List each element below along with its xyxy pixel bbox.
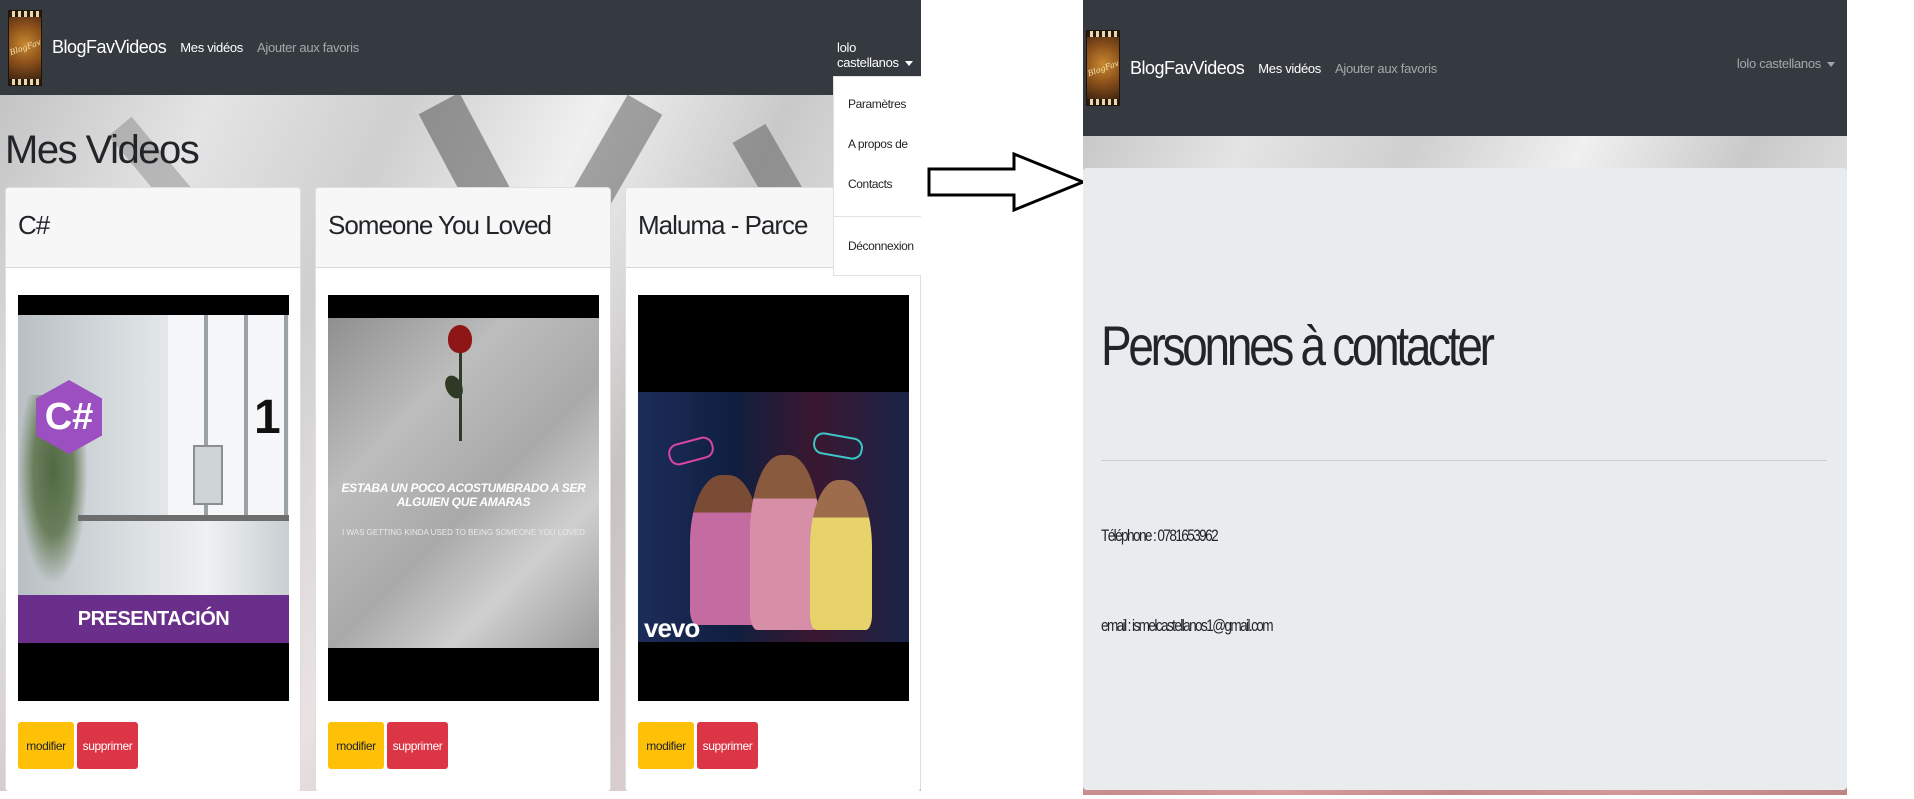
page-title: Mes Videos — [5, 128, 200, 172]
delete-button[interactable]: supprimer — [77, 722, 138, 769]
user-name: lolo castellanos — [1736, 56, 1821, 71]
thumbnail-caption: PRESENTACIÓN — [18, 595, 289, 643]
navbar: BlogFav BlogFavVideos Mes vidéos Ajouter… — [0, 0, 921, 95]
navbar: BlogFav BlogFavVideos Mes vidéos Ajouter… — [1083, 0, 1847, 136]
nav-link-mes-videos[interactable]: Mes vidéos — [1258, 61, 1321, 76]
user-name: lolo castellanos — [837, 40, 899, 70]
edit-button[interactable]: modifier — [18, 722, 74, 769]
menu-item-contacts[interactable]: Contacts — [848, 177, 893, 191]
video-thumbnail[interactable]: C# 1 PRESENTACIÓN — [18, 295, 289, 701]
caret-down-icon — [1827, 62, 1835, 68]
delete-button[interactable]: supprimer — [387, 722, 448, 769]
logo[interactable]: BlogFav — [1086, 30, 1120, 106]
composite-screenshot: BlogFav BlogFavVideos Mes vidéos Ajouter… — [0, 0, 1914, 799]
delete-button[interactable]: supprimer — [697, 722, 758, 769]
card-title: Maluma - Parce — [638, 210, 808, 240]
menu-item-deconnexion[interactable]: Déconnexion — [848, 239, 914, 253]
right-arrow-icon — [927, 152, 1087, 212]
nav-link-mes-videos[interactable]: Mes vidéos — [180, 40, 243, 55]
menu-divider — [834, 216, 921, 217]
video-card: C# C# 1 PRESENTACIÓN modifier supprimer — [5, 187, 301, 791]
rose-image — [448, 325, 472, 353]
thumbnail-caption: ESTABA UN POCO ACOSTUMBRADO A SER ALGUIE… — [341, 481, 586, 509]
vevo-logo: vevo — [644, 613, 700, 643]
user-dropdown-toggle[interactable]: lolo castellanos — [837, 40, 921, 70]
video-card: Maluma - Parce vevo modifier supprimer — [625, 187, 921, 791]
right-screen: BlogFav BlogFavVideos Mes vidéos Ajouter… — [1083, 0, 1847, 795]
phone-label: Téléphone : — [1101, 526, 1157, 545]
menu-item-parametres[interactable]: Paramètres — [848, 97, 906, 111]
card-title: Someone You Loved — [328, 210, 552, 240]
video-thumbnail[interactable]: ESTABA UN POCO ACOSTUMBRADO A SER ALGUIE… — [328, 295, 599, 701]
email-line: email : ismelcastellanos1@gmail.com — [1101, 616, 1274, 636]
video-card: Someone You Loved ESTABA UN POCO ACOSTUM… — [315, 187, 611, 791]
user-dropdown-toggle[interactable]: lolo castellanos — [1737, 56, 1835, 71]
phone-line: Téléphone : 0781653962 — [1101, 526, 1219, 546]
card-title: C# — [18, 210, 50, 240]
jumbotron-title: Personnes à contacter — [1101, 314, 1495, 377]
nav-link-ajouter-favoris[interactable]: Ajouter aux favoris — [1335, 61, 1437, 76]
left-screen: BlogFav BlogFavVideos Mes vidéos Ajouter… — [0, 0, 921, 791]
contact-jumbotron: Personnes à contacter Téléphone : 078165… — [1083, 168, 1847, 790]
video-thumbnail[interactable]: vevo — [638, 295, 909, 701]
email-label: email : — [1101, 616, 1131, 635]
caret-down-icon — [904, 61, 913, 67]
thumbnail-subcaption: I WAS GETTING KINDA USED TO BEING SOMEON… — [342, 528, 585, 537]
logo[interactable]: BlogFav — [8, 9, 42, 86]
phone-value: 0781653962 — [1157, 526, 1218, 545]
brand-link[interactable]: BlogFavVideos — [52, 37, 167, 58]
edit-button[interactable]: modifier — [328, 722, 384, 769]
edit-button[interactable]: modifier — [638, 722, 694, 769]
brand-link[interactable]: BlogFavVideos — [1130, 58, 1245, 79]
user-dropdown-menu: Paramètres A propos de Contacts Déconnex… — [833, 76, 921, 276]
email-value[interactable]: ismelcastellanos1@gmail.com — [1132, 616, 1274, 635]
menu-item-a-propos[interactable]: A propos de — [848, 137, 908, 151]
divider — [1101, 460, 1827, 461]
card-header — [6, 188, 300, 268]
nav-link-ajouter-favoris[interactable]: Ajouter aux favoris — [257, 40, 359, 55]
thumbnail-number: 1 — [254, 391, 281, 444]
